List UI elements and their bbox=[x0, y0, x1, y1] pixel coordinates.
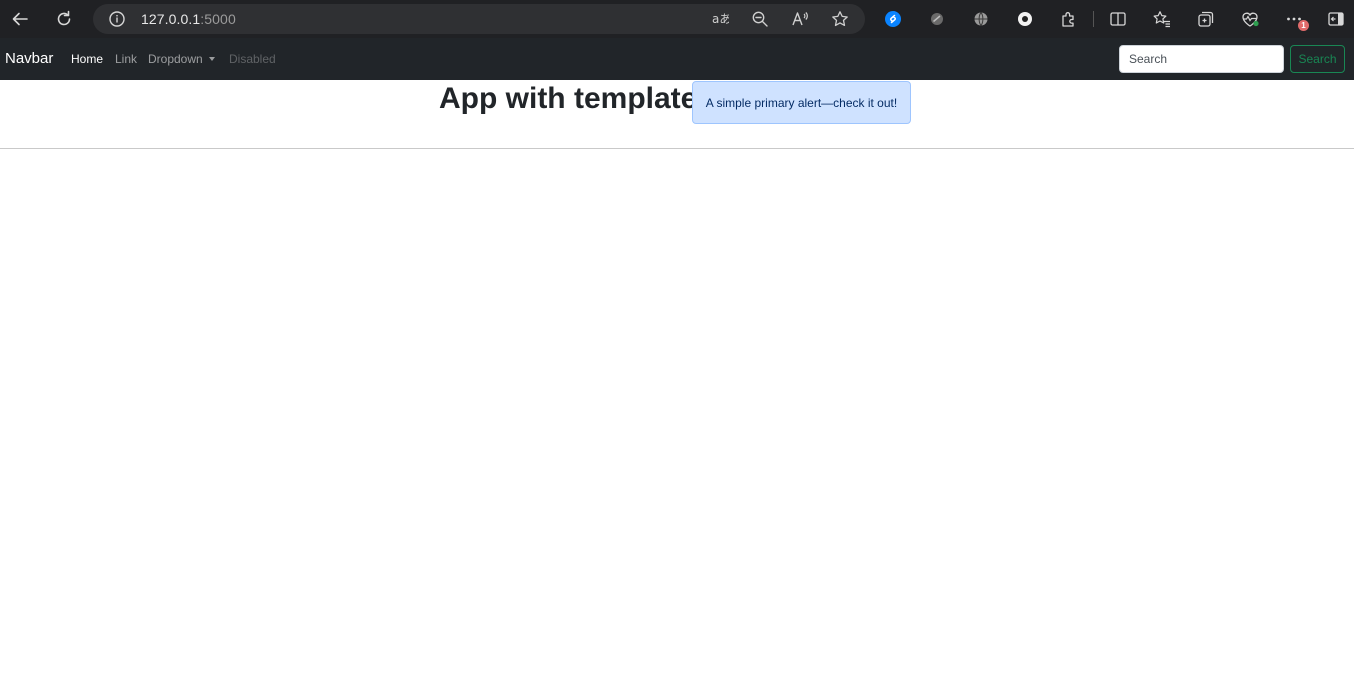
zoom-out-icon[interactable] bbox=[750, 9, 770, 29]
eye-icon[interactable] bbox=[1014, 8, 1036, 30]
split-screen-icon[interactable] bbox=[1107, 8, 1129, 30]
primary-alert: A simple primary alert—check it out! bbox=[692, 81, 911, 124]
translate-icon[interactable]: aあ bbox=[710, 9, 730, 29]
shazam-icon[interactable] bbox=[882, 8, 904, 30]
globe-icon[interactable] bbox=[970, 8, 992, 30]
nav-link-link[interactable]: Link bbox=[115, 52, 137, 66]
horizontal-divider bbox=[0, 148, 1354, 149]
caret-down-icon bbox=[208, 56, 215, 61]
nav-link-disabled: Disabled bbox=[229, 52, 276, 66]
refresh-icon[interactable] bbox=[52, 7, 76, 31]
puzzle-icon[interactable] bbox=[1058, 8, 1080, 30]
svg-text:aあ: aあ bbox=[712, 12, 729, 26]
favorites-icon[interactable] bbox=[1151, 8, 1173, 30]
info-icon[interactable] bbox=[107, 9, 127, 29]
browser-toolbar: 127.0.0.1:5000 aあ 1 bbox=[0, 0, 1354, 38]
url-host: 127.0.0.1 bbox=[141, 11, 201, 27]
search-button[interactable]: Search bbox=[1290, 45, 1345, 73]
toolbar-divider bbox=[1093, 11, 1094, 27]
page-title: App with template bbox=[439, 82, 698, 115]
navbar: Navbar Home Link Dropdown Disabled Searc… bbox=[0, 38, 1354, 80]
nav-link-home[interactable]: Home bbox=[71, 52, 103, 66]
back-icon[interactable] bbox=[8, 7, 32, 31]
health-icon[interactable] bbox=[1239, 8, 1261, 30]
notification-badge: 1 bbox=[1298, 20, 1309, 31]
read-aloud-icon[interactable] bbox=[790, 9, 810, 29]
nav-dropdown-label: Dropdown bbox=[148, 52, 203, 66]
alert-text: A simple primary alert—check it out! bbox=[705, 95, 898, 110]
favorite-star-icon[interactable] bbox=[830, 9, 850, 29]
sidebar-icon[interactable] bbox=[1325, 8, 1347, 30]
url-text[interactable]: 127.0.0.1:5000 bbox=[141, 11, 236, 27]
nav-dropdown[interactable]: Dropdown bbox=[148, 52, 215, 66]
address-bar[interactable]: 127.0.0.1:5000 aあ bbox=[93, 4, 865, 34]
collections-icon[interactable] bbox=[1195, 8, 1217, 30]
navbar-brand[interactable]: Navbar bbox=[5, 50, 53, 67]
extension-icon[interactable] bbox=[926, 8, 948, 30]
url-port: :5000 bbox=[200, 11, 236, 27]
search-input[interactable] bbox=[1119, 45, 1284, 73]
